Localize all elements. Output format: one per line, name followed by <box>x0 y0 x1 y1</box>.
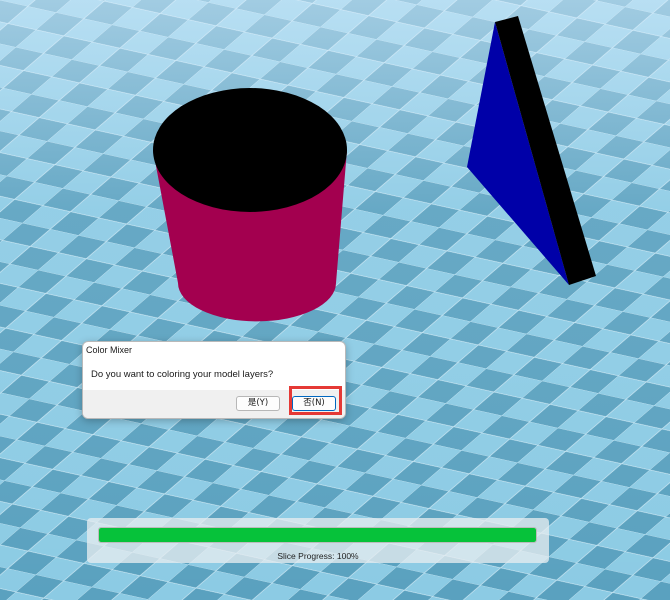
color-mixer-dialog: Color Mixer Do you want to coloring your… <box>82 341 346 419</box>
yes-button[interactable]: 是(Y) <box>236 396 280 411</box>
no-button[interactable]: 否(N) <box>292 396 336 411</box>
progress-bar <box>98 527 537 543</box>
floor-haze <box>0 0 670 600</box>
cylinder-top <box>153 88 347 212</box>
dialog-title: Color Mixer <box>86 345 133 355</box>
dialog-message: Do you want to coloring your model layer… <box>91 369 274 380</box>
3d-viewport[interactable] <box>0 0 670 600</box>
scene-canvas[interactable] <box>0 0 670 600</box>
dialog-button-bar: 是(Y) 否(N) <box>83 390 345 418</box>
cylinder-model[interactable] <box>153 88 347 322</box>
progress-label: Slice Progress: 100% <box>277 551 359 561</box>
progress-fill <box>99 528 536 542</box>
slice-progress-panel: Slice Progress: 100% <box>87 518 549 563</box>
